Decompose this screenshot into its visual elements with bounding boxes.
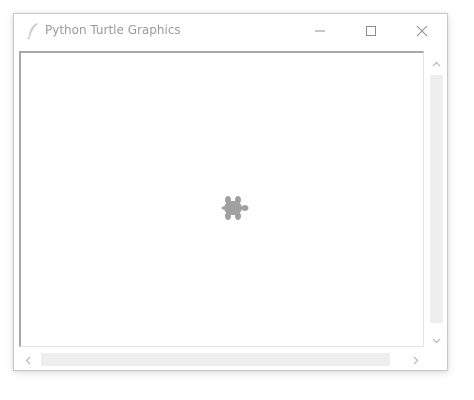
close-icon <box>416 22 428 41</box>
chevron-left-icon <box>25 350 31 369</box>
turtle-canvas[interactable] <box>19 51 424 347</box>
horizontal-scroll-thumb[interactable] <box>41 353 390 366</box>
minimize-icon <box>314 22 326 41</box>
turtle-window: Python Turtle Graphics <box>13 13 448 371</box>
chevron-up-icon <box>432 52 441 71</box>
scroll-down-button[interactable] <box>427 328 446 348</box>
vertical-scrollbar[interactable] <box>427 51 446 348</box>
title-bar[interactable]: Python Turtle Graphics <box>14 14 447 48</box>
scroll-left-button[interactable] <box>19 350 37 369</box>
vertical-scroll-thumb[interactable] <box>430 75 443 323</box>
chevron-right-icon <box>413 350 419 369</box>
maximize-button[interactable] <box>348 14 394 48</box>
window-title: Python Turtle Graphics <box>45 23 181 37</box>
scroll-right-button[interactable] <box>407 350 425 369</box>
turtle-icon <box>218 194 252 222</box>
close-button[interactable] <box>399 14 445 48</box>
feather-icon <box>26 22 40 40</box>
scroll-up-button[interactable] <box>427 51 446 71</box>
horizontal-scrollbar[interactable] <box>19 350 425 369</box>
maximize-icon <box>365 22 377 41</box>
minimize-button[interactable] <box>297 14 343 48</box>
chevron-down-icon <box>432 329 441 348</box>
